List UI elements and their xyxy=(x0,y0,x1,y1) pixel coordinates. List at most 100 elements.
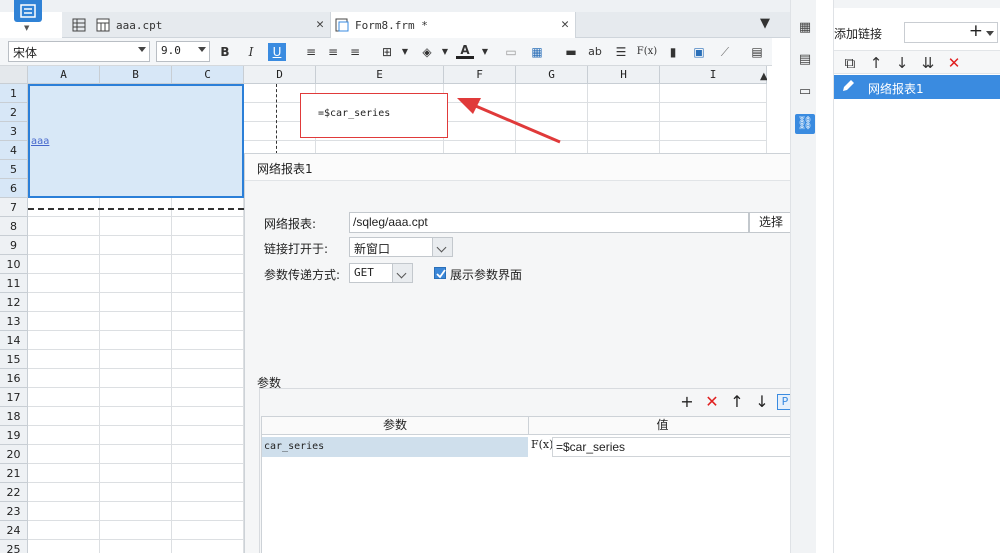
row-header[interactable]: 16 xyxy=(0,369,28,388)
row-header[interactable]: 21 xyxy=(0,464,28,483)
row-header[interactable]: 14 xyxy=(0,331,28,350)
open-in-value: 新窗口 xyxy=(354,242,391,256)
row-header[interactable]: 22 xyxy=(0,483,28,502)
image-icon[interactable]: ▣ xyxy=(690,43,708,61)
row-header[interactable]: 4 xyxy=(0,141,28,160)
cell-border-icon[interactable]: ▭ xyxy=(502,43,520,61)
copy-icon[interactable]: ⧉ xyxy=(840,53,860,73)
link-list-item[interactable]: 网络报表1 xyxy=(834,75,1000,99)
side-icon-strip: ▦ ▤ ▭ ⛓ xyxy=(790,0,816,553)
column-header[interactable]: C xyxy=(172,66,244,84)
select-button[interactable]: 选择 xyxy=(749,212,793,233)
row-header[interactable]: 24 xyxy=(0,521,28,540)
text-icon[interactable]: ab xyxy=(586,43,604,61)
add-icon[interactable]: + xyxy=(677,392,697,412)
chevron-down-icon[interactable]: ▼ xyxy=(396,43,414,61)
column-header[interactable]: D xyxy=(244,66,316,84)
border-icon[interactable]: ⊞ xyxy=(378,43,396,61)
formula-icon[interactable]: F(x) xyxy=(636,43,658,61)
column-header[interactable]: G xyxy=(516,66,588,84)
arrow-up-icon[interactable]: ↑ xyxy=(866,53,886,73)
row-header[interactable]: 23 xyxy=(0,502,28,521)
grid-icon xyxy=(72,18,86,32)
insert-row-icon[interactable]: ▬ xyxy=(562,43,580,61)
slash-icon[interactable]: ⟋ xyxy=(716,43,734,61)
move-bottom-icon[interactable]: ⇊ xyxy=(918,53,938,73)
param-name-cell[interactable]: car_series xyxy=(262,437,528,457)
caret-up-icon[interactable]: ▲ xyxy=(760,71,767,82)
column-header[interactable]: A xyxy=(28,66,100,84)
list-icon[interactable]: ▭ xyxy=(795,82,815,102)
fill-color-icon[interactable]: ◈ xyxy=(418,43,436,61)
panel-header xyxy=(834,0,1000,8)
chevron-down-icon[interactable] xyxy=(392,264,412,282)
font-color-icon[interactable]: A xyxy=(456,43,474,59)
param-value-input[interactable]: =$car_series xyxy=(552,437,798,457)
arrow-down-icon[interactable]: ↓ xyxy=(892,53,912,73)
column-header[interactable]: H xyxy=(588,66,660,84)
column-header[interactable]: I xyxy=(660,66,767,84)
column-header[interactable]: E xyxy=(316,66,444,84)
row-header[interactable]: 1 xyxy=(0,84,28,103)
arrow-down-icon[interactable]: ↓ xyxy=(752,392,772,412)
open-in-label: 链接打开于: xyxy=(264,242,329,256)
close-icon[interactable]: ✕ xyxy=(561,17,569,32)
row-header[interactable]: 8 xyxy=(0,217,28,236)
row-header[interactable]: 15 xyxy=(0,350,28,369)
font-size-select[interactable]: 9.0 xyxy=(156,41,210,62)
row-header[interactable]: 9 xyxy=(0,236,28,255)
row-header[interactable]: 10 xyxy=(0,255,28,274)
delete-icon[interactable]: ✕ xyxy=(702,392,722,412)
chevron-down-icon[interactable]: ▼ xyxy=(24,24,29,32)
chevron-down-icon[interactable]: ▼ xyxy=(476,43,494,61)
delete-icon[interactable]: ✕ xyxy=(944,53,964,73)
font-family-select[interactable]: 宋体 xyxy=(8,41,150,62)
row-header[interactable]: 25 xyxy=(0,540,28,553)
row-header[interactable]: 12 xyxy=(0,293,28,312)
bold-button[interactable]: B xyxy=(216,43,234,61)
method-select[interactable]: GET xyxy=(349,263,413,283)
row-header[interactable]: 17 xyxy=(0,388,28,407)
row-header[interactable]: 18 xyxy=(0,407,28,426)
tab-form8-frm[interactable]: Form8.frm * ✕ xyxy=(330,12,576,38)
property-icon[interactable]: ▤ xyxy=(795,50,815,70)
row-header[interactable]: 3 xyxy=(0,122,28,141)
open-in-select[interactable]: 新窗口 xyxy=(349,237,453,257)
tab-list-icon[interactable]: ▼ xyxy=(760,16,770,31)
row-header[interactable]: 7 xyxy=(0,198,28,217)
underline-button[interactable]: U xyxy=(268,43,286,61)
align-center-icon[interactable]: ≡ xyxy=(324,43,342,61)
table-icon[interactable]: ▦ xyxy=(528,43,546,61)
tab-aaa-cpt[interactable]: aaa.cpt ✕ xyxy=(62,12,330,38)
cell-hyperlink-text[interactable]: aaa xyxy=(31,136,49,147)
app-menu-button[interactable] xyxy=(14,0,42,22)
row-header[interactable]: 20 xyxy=(0,445,28,464)
row-header[interactable]: 11 xyxy=(0,274,28,293)
report-path-input[interactable]: /sqleg/aaa.cpt xyxy=(349,212,749,233)
hyperlink-icon[interactable]: ⛓ xyxy=(795,114,815,134)
merged-cell-a1[interactable] xyxy=(28,84,244,198)
chevron-down-icon[interactable]: ▼ xyxy=(436,43,454,61)
row-header[interactable]: 6 xyxy=(0,179,28,198)
chart-icon[interactable]: ▮ xyxy=(664,43,682,61)
layout-icon[interactable]: ▦ xyxy=(795,18,815,38)
paragraph-icon[interactable]: ☰ xyxy=(612,43,630,61)
show-params-checkbox[interactable] xyxy=(434,267,446,279)
column-header[interactable]: B xyxy=(100,66,172,84)
params-table: 参数 值 car_series F(x) =$car_series xyxy=(261,416,798,553)
column-header[interactable]: F xyxy=(444,66,516,84)
close-icon[interactable]: ✕ xyxy=(316,17,324,32)
add-link-dropdown[interactable]: + xyxy=(904,21,998,43)
row-header[interactable]: 2 xyxy=(0,103,28,122)
align-left-icon[interactable]: ≡ xyxy=(302,43,320,61)
row-header[interactable]: 13 xyxy=(0,312,28,331)
chevron-down-icon[interactable] xyxy=(432,238,452,256)
row-header[interactable]: 5 xyxy=(0,160,28,179)
italic-button[interactable]: I xyxy=(242,43,260,61)
align-right-icon[interactable]: ≡ xyxy=(346,43,364,61)
select-all-corner[interactable] xyxy=(0,66,28,84)
panel-icon[interactable]: ▤ xyxy=(748,43,766,61)
row-header[interactable]: 19 xyxy=(0,426,28,445)
formula-editor-icon[interactable]: F(x) xyxy=(530,437,553,457)
arrow-up-icon[interactable]: ↑ xyxy=(727,392,747,412)
